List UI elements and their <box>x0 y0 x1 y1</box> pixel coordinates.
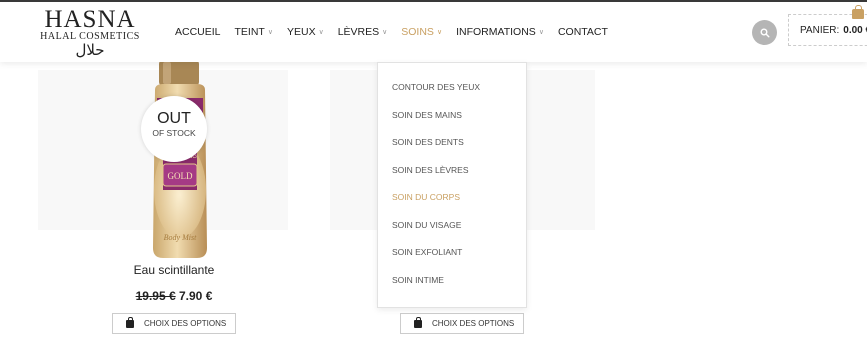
menu-item-contour-des-yeux[interactable]: CONTOUR DES YEUX <box>392 82 480 92</box>
product-price: 19.95 € 7.90 € <box>110 289 238 303</box>
menu-item-soin-intime[interactable]: SOIN INTIME <box>392 275 444 285</box>
menu-item-soin-du-corps[interactable]: SOIN DU CORPS <box>392 192 460 202</box>
chevron-down-icon: ∨ <box>436 29 443 36</box>
nav-item-informations[interactable]: INFORMATIONS ∨ <box>456 26 544 38</box>
nav-item-contact[interactable]: CONTACT <box>558 26 608 38</box>
main-nav: ACCUEIL TEINT ∨ YEUX ∨ LÈVRES ∨ SOINS ∨ INFO… <box>175 26 622 38</box>
chevron-down-icon: ∨ <box>318 29 324 36</box>
out-of-stock-badge: OUT OF STOCK <box>141 96 207 162</box>
nav-item-teint[interactable]: TEINT ∨ <box>235 26 273 38</box>
brand-logo[interactable]: HASNA HALAL COSMETICS حلال <box>40 6 140 59</box>
nav-item-yeux[interactable]: YEUX ∨ <box>287 26 324 38</box>
nav-label: SOINS <box>401 26 434 38</box>
product-name[interactable]: Eau scintillante <box>110 263 238 277</box>
soins-dropdown-menu: CONTOUR DES YEUX SOIN DES MAINS SOIN DES… <box>377 62 527 308</box>
cart-total: 0.00 € <box>843 24 867 36</box>
menu-item-soin-des-dents[interactable]: SOIN DES DENTS <box>392 137 464 147</box>
shopping-bag-icon[interactable] <box>852 5 864 19</box>
bottle-mist-text: Body Mist <box>164 233 197 242</box>
nav-label: INFORMATIONS <box>456 26 536 38</box>
chevron-down-icon: ∨ <box>267 29 273 36</box>
nav-label: ACCUEIL <box>175 26 221 38</box>
brand-name: HASNA <box>44 6 136 33</box>
nav-label: YEUX <box>286 26 316 38</box>
site-header: HASNA HALAL COSMETICS حلال ACCUEIL TEINT… <box>0 2 867 62</box>
brand-arabic: حلال <box>75 41 105 59</box>
choose-options-button[interactable]: CHOIX DES OPTIONS <box>112 313 236 334</box>
button-label: CHOIX DES OPTIONS <box>144 319 227 328</box>
badge-sub: OF STOCK <box>152 128 196 138</box>
current-price: 7.90 € <box>179 289 213 303</box>
choose-options-button[interactable]: CHOIX DES OPTIONS <box>400 313 524 334</box>
menu-item-soin-exfoliant[interactable]: SOIN EXFOLIANT <box>392 247 462 257</box>
badge-main: OUT <box>157 110 191 127</box>
nav-item-accueil[interactable]: ACCUEIL <box>175 26 221 38</box>
menu-item-soin-des-mains[interactable]: SOIN DES MAINS <box>392 110 462 120</box>
nav-label: TEINT <box>234 26 265 38</box>
cart-label: PANIER: <box>800 24 840 36</box>
button-label: CHOIX DES OPTIONS <box>432 319 515 328</box>
menu-item-soin-des-levres[interactable]: SOIN DES LÈVRES <box>392 165 469 175</box>
chevron-down-icon: ∨ <box>382 29 388 36</box>
search-button[interactable] <box>752 20 777 45</box>
nav-label: CONTACT <box>557 26 608 38</box>
search-icon <box>760 28 770 38</box>
bottle-gold-text: GOLD <box>168 171 193 181</box>
chevron-down-icon: ∨ <box>538 29 544 36</box>
old-price: 19.95 € <box>135 289 176 303</box>
menu-item-soin-du-visage[interactable]: SOIN DU VISAGE <box>392 220 461 230</box>
shopping-bag-icon <box>414 316 422 328</box>
nav-item-soins[interactable]: SOINS ∨ <box>401 26 442 38</box>
nav-label: LÈVRES <box>337 26 380 38</box>
nav-item-levres[interactable]: LÈVRES ∨ <box>338 26 388 38</box>
shopping-bag-icon <box>126 316 134 328</box>
